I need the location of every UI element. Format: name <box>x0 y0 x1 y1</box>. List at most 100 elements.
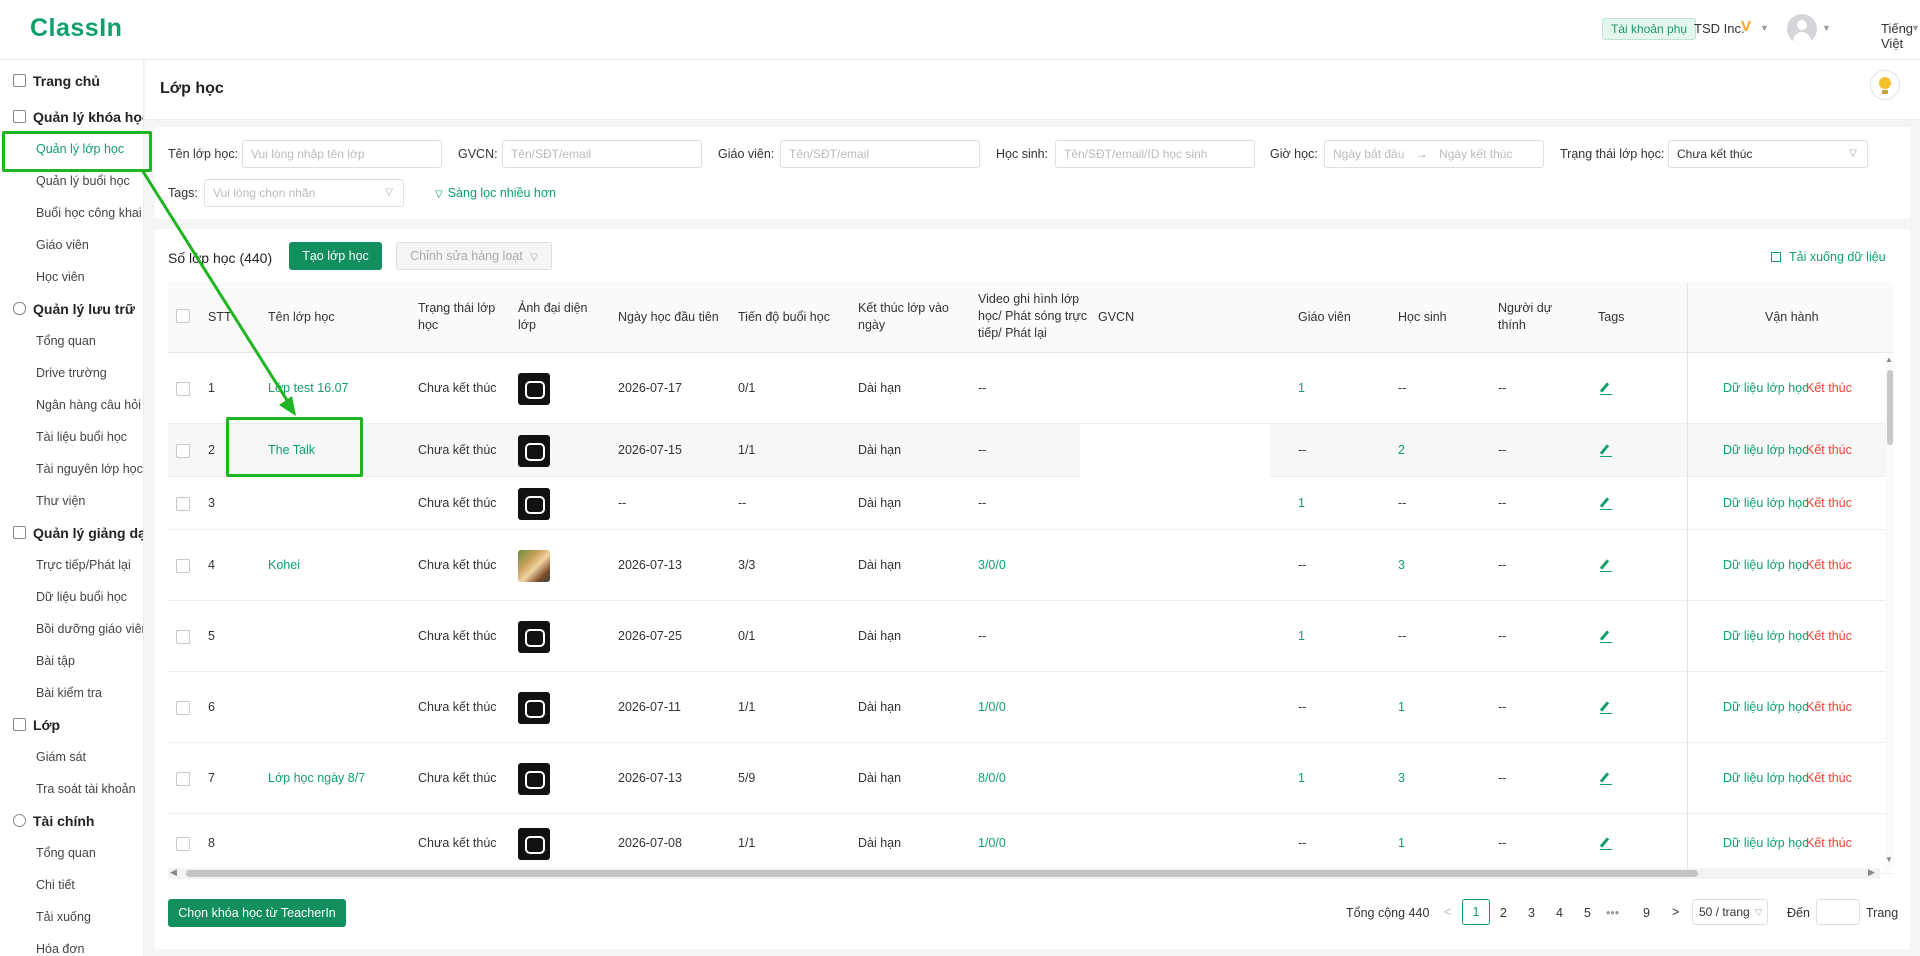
student-count[interactable]: 2 <box>1398 443 1405 457</box>
sidebar-section-course[interactable]: Quản lý khóa học <box>13 109 143 125</box>
goto-page-input[interactable] <box>1816 899 1860 925</box>
edit-tags-icon[interactable] <box>1600 838 1612 850</box>
class-name-link[interactable]: Kohei <box>268 558 300 572</box>
sidebar-item-public-lessons[interactable]: Buổi học công khai <box>36 206 142 220</box>
class-data-link[interactable]: Dữ liệu lớp học <box>1723 771 1808 785</box>
class-data-link[interactable]: Dữ liệu lớp học <box>1723 700 1808 714</box>
lightbulb-icon[interactable] <box>1870 70 1900 100</box>
page-4-button[interactable]: 4 <box>1556 906 1563 920</box>
sidebar-item-question-bank[interactable]: Ngân hàng câu hỏi <box>36 398 141 412</box>
table-row[interactable]: 5 Chưa kết thúc 2026-07-25 0/1 Dài hạn -- 1 -- -… <box>168 601 1893 672</box>
row-checkbox[interactable] <box>176 630 190 644</box>
sidebar-item-teachers[interactable]: Giáo viên <box>36 238 89 252</box>
sidebar-item-invoices[interactable]: Hóa đơn <box>36 942 85 956</box>
download-data-link[interactable]: Tải xuống dữ liệu <box>1771 250 1886 264</box>
end-class-link[interactable]: Kết thúc <box>1806 558 1852 572</box>
vertical-scrollbar-thumb[interactable] <box>1887 370 1893 445</box>
row-checkbox[interactable] <box>176 772 190 786</box>
sidebar-section-finance[interactable]: Tài chính <box>13 813 94 829</box>
edit-tags-icon[interactable] <box>1600 383 1612 395</box>
student-count[interactable]: 3 <box>1398 558 1405 572</box>
page-1-button[interactable]: 1 <box>1462 899 1490 925</box>
row-checkbox[interactable] <box>176 559 190 573</box>
teacher-count[interactable]: 1 <box>1298 381 1305 395</box>
edit-tags-icon[interactable] <box>1600 702 1612 714</box>
class-data-link[interactable]: Dữ liệu lớp học <box>1723 381 1808 395</box>
sidebar-item-exams[interactable]: Bài kiểm tra <box>36 686 102 700</box>
page-3-button[interactable]: 3 <box>1528 906 1535 920</box>
end-class-link[interactable]: Kết thúc <box>1806 836 1852 850</box>
org-chevron-down-icon[interactable]: ▼ <box>1760 23 1769 33</box>
table-row[interactable]: 6 Chưa kết thúc 2026-07-11 1/1 Dài hạn 1/0/0 -… <box>168 672 1893 743</box>
sidebar-section-home[interactable]: Trang chủ <box>13 73 100 89</box>
teacher-input[interactable]: Tên/SĐT/email <box>780 140 980 168</box>
avatar-chevron-down-icon[interactable]: ▼ <box>1822 23 1831 33</box>
teacher-count[interactable]: 1 <box>1298 629 1305 643</box>
edit-tags-icon[interactable] <box>1600 498 1612 510</box>
user-avatar[interactable] <box>1787 14 1817 44</box>
row-checkbox[interactable] <box>176 701 190 715</box>
sidebar-item-lesson-management[interactable]: Quản lý buổi học <box>36 174 130 188</box>
teacher-count[interactable]: 1 <box>1298 496 1305 510</box>
end-class-link[interactable]: Kết thúc <box>1806 381 1852 395</box>
sidebar-item-lesson-docs[interactable]: Tài liệu buổi học <box>36 430 127 444</box>
edit-tags-icon[interactable] <box>1600 445 1612 457</box>
page-size-select[interactable]: 50 / trang ▽ <box>1692 899 1768 925</box>
sidebar-item-account-audit[interactable]: Tra soát tài khoản <box>36 782 136 796</box>
edit-tags-icon[interactable] <box>1600 560 1612 572</box>
scroll-right-arrow-icon[interactable]: ▶ <box>1868 867 1875 878</box>
sidebar-item-library[interactable]: Thư viện <box>36 494 85 508</box>
end-date-field[interactable]: Ngày kết thúc <box>1439 147 1512 161</box>
sidebar-item-class-resources[interactable]: Tài nguyên lớp học <box>36 462 143 476</box>
sidebar-item-monitoring[interactable]: Giám sát <box>36 750 86 764</box>
prev-page-icon[interactable]: < <box>1444 905 1451 919</box>
class-data-link[interactable]: Dữ liệu lớp học <box>1723 629 1808 643</box>
next-page-icon[interactable]: > <box>1672 905 1679 919</box>
language-chevron-down-icon[interactable]: ▼ <box>1911 23 1920 33</box>
gvcn-input[interactable]: Tên/SĐT/email <box>502 140 702 168</box>
sidebar-item-finance-details[interactable]: Chi tiết <box>36 878 75 892</box>
end-class-link[interactable]: Kết thúc <box>1806 771 1852 785</box>
class-data-link[interactable]: Dữ liệu lớp học <box>1723 443 1808 457</box>
edit-tags-icon[interactable] <box>1600 773 1612 785</box>
end-class-link[interactable]: Kết thúc <box>1806 700 1852 714</box>
class-name-input[interactable]: Vui lòng nhập tên lớp <box>242 140 442 168</box>
sidebar-item-school-drive[interactable]: Drive trường <box>36 366 107 380</box>
sidebar-item-students[interactable]: Học viên <box>36 270 85 284</box>
student-count[interactable]: 1 <box>1398 836 1405 850</box>
sidebar-item-finance-overview[interactable]: Tổng quan <box>36 846 96 860</box>
tags-select[interactable]: Vui lòng chọn nhãn ▽ <box>204 179 404 207</box>
row-checkbox[interactable] <box>176 837 190 851</box>
sidebar-item-lesson-data[interactable]: Dữ liệu buổi học <box>36 590 127 604</box>
org-name[interactable]: TSD Inc. <box>1694 21 1745 36</box>
end-class-link[interactable]: Kết thúc <box>1806 496 1852 510</box>
page-ellipsis[interactable]: ••• <box>1606 906 1619 920</box>
sidebar-section-storage[interactable]: Quản lý lưu trữ <box>13 301 135 317</box>
end-class-link[interactable]: Kết thúc <box>1806 443 1852 457</box>
teacher-count[interactable]: 1 <box>1298 771 1305 785</box>
scroll-left-arrow-icon[interactable]: ◀ <box>170 867 177 878</box>
select-all-checkbox[interactable] <box>176 309 190 323</box>
video-stats[interactable]: 1/0/0 <box>978 700 1006 714</box>
page-9-button[interactable]: 9 <box>1643 906 1650 920</box>
horizontal-scrollbar-thumb[interactable] <box>186 870 1698 877</box>
student-input[interactable]: Tên/SĐT/email/ID học sinh <box>1055 140 1255 168</box>
sidebar-item-teacher-training[interactable]: Bồi dưỡng giáo viên <box>36 622 143 636</box>
student-count[interactable]: 1 <box>1398 700 1405 714</box>
row-checkbox[interactable] <box>176 444 190 458</box>
table-row[interactable]: 8 Chưa kết thúc 2026-07-08 1/1 Dài hạn 1/0/0 -… <box>168 814 1893 874</box>
sidebar-item-finance-download[interactable]: Tải xuống <box>36 910 91 924</box>
choose-course-from-teacherin-button[interactable]: Chọn khóa học từ TeacherIn <box>168 899 346 927</box>
scroll-up-arrow-icon[interactable]: ▲ <box>1885 355 1893 364</box>
class-data-link[interactable]: Dữ liệu lớp học <box>1723 558 1808 572</box>
table-row[interactable]: 1 Lớp test 16.07 Chưa kết thúc 2026-07-17 0/… <box>168 354 1893 424</box>
sidebar-item-storage-overview[interactable]: Tổng quan <box>36 334 96 348</box>
table-row[interactable]: 3 Chưa kết thúc -- -- Dài hạn -- 1 -- -- Dữ liệu … <box>168 477 1893 530</box>
batch-edit-button[interactable]: Chỉnh sửa hàng loạt ▽ <box>396 242 552 270</box>
class-data-link[interactable]: Dữ liệu lớp học <box>1723 836 1808 850</box>
sidebar-item-live-replay[interactable]: Trực tiếp/Phát lại <box>36 558 131 572</box>
video-stats[interactable]: 1/0/0 <box>978 836 1006 850</box>
date-range-input[interactable]: Ngày bắt đầu → Ngày kết thúc <box>1324 140 1544 168</box>
edit-tags-icon[interactable] <box>1600 631 1612 643</box>
scroll-down-arrow-icon[interactable]: ▼ <box>1885 855 1893 864</box>
